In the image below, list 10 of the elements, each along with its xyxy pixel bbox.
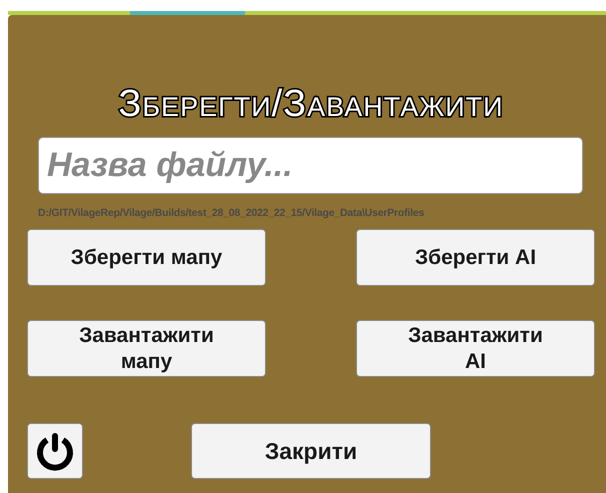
action-button[interactable]: Зберегти AI bbox=[356, 229, 595, 286]
action-button[interactable]: Завантажити AI bbox=[356, 320, 595, 377]
action-button[interactable]: Завантажити мапу bbox=[27, 320, 266, 377]
filename-field[interactable]: Назва файлу... bbox=[38, 137, 583, 194]
action-button[interactable]: Зберегти мапу bbox=[27, 229, 266, 286]
power-button[interactable] bbox=[27, 423, 83, 479]
close-button[interactable]: Закрити bbox=[191, 423, 431, 479]
save-path: D:/GIT/VilageRep/Vilage/Builds/test_28_08_2022_22_15/Vilage_Data\UserProfiles bbox=[38, 206, 426, 220]
power-icon bbox=[34, 430, 76, 472]
dialog-title: Зберегти/Завантажити bbox=[117, 84, 505, 124]
